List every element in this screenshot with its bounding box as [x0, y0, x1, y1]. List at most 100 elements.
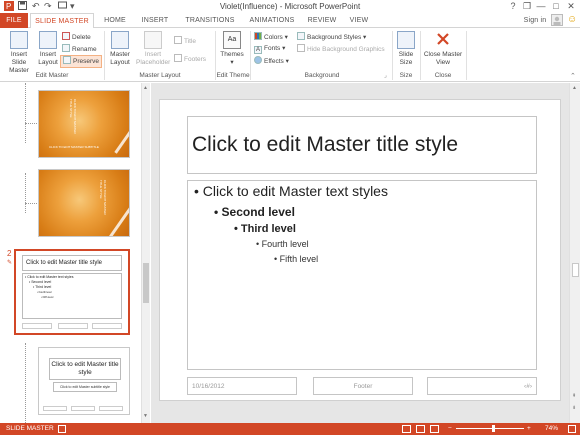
- slide-size-label: Slide Size: [398, 51, 414, 66]
- background-styles-dropdown[interactable]: Background Styles ▾: [297, 32, 366, 43]
- date-placeholder[interactable]: 10/16/2012: [187, 377, 297, 395]
- spelling-icon[interactable]: [58, 425, 66, 433]
- thumbnail-number-placeholder: [92, 323, 122, 329]
- fonts-label: Fonts: [264, 45, 281, 52]
- layout-thumbnail-1[interactable]: CLICK TO EDIT MASTER TITLE STYLE CLICK T…: [38, 90, 130, 158]
- text-level-5[interactable]: • Fifth level: [274, 254, 318, 264]
- master-layout-group-label: Master Layout: [139, 72, 181, 79]
- colors-label: Colors: [264, 34, 283, 41]
- text-level-2-label: Second level: [221, 205, 295, 219]
- tab-animations[interactable]: ANIMATIONS: [244, 13, 300, 28]
- ribbon: Insert Slide Master Insert Layout Delete…: [0, 28, 580, 82]
- thumbnail-bullet: • Fifth level: [41, 296, 54, 299]
- fit-to-window-icon[interactable]: [568, 425, 576, 433]
- tab-transitions[interactable]: TRANSITIONS: [180, 13, 240, 28]
- text-level-1-label: Click to edit Master text styles: [202, 183, 388, 199]
- thumbnail-footer-placeholder: [58, 323, 88, 329]
- scroll-up-icon[interactable]: ▲: [572, 85, 577, 91]
- pin-icon: ✎: [7, 260, 13, 266]
- smiley-feedback-icon[interactable]: ☺: [567, 14, 577, 25]
- insert-slide-master-label: Insert Slide Master: [9, 51, 29, 74]
- slide-sorter-icon[interactable]: [416, 425, 425, 433]
- user-avatar[interactable]: [551, 14, 563, 26]
- text-level-4[interactable]: • Fourth level: [256, 239, 309, 249]
- effects-icon: [254, 56, 262, 64]
- hide-background-graphics-checkbox[interactable]: Hide Background Graphics: [297, 44, 385, 55]
- master-title-text[interactable]: Click to edit Master title style: [192, 133, 458, 157]
- maximize-button[interactable]: □: [549, 0, 563, 12]
- scroll-down-icon[interactable]: ▼: [143, 413, 148, 419]
- thumbnail-subtitle-placeholder: Click to edit Master subtitle style: [53, 382, 117, 392]
- tab-home[interactable]: HOME: [98, 13, 132, 28]
- slide-scrollbar[interactable]: ▲ ⇞ ⇟: [569, 83, 580, 423]
- footer-placeholder[interactable]: Footer: [313, 377, 413, 395]
- tab-view[interactable]: VIEW: [344, 13, 374, 28]
- thumbnail-body-placeholder: • Click to edit Master text styles • Sec…: [22, 273, 122, 319]
- slide-master-thumbnail-selected[interactable]: Click to edit Master title style • Click…: [14, 249, 130, 335]
- insert-placeholder-button[interactable]: Insert Placeholder: [136, 31, 170, 67]
- normal-view-icon[interactable]: [402, 425, 411, 433]
- layout-connector: [25, 343, 26, 423]
- group-divider: [250, 31, 251, 80]
- layout-connector: [25, 123, 37, 124]
- zoom-out-button[interactable]: −: [448, 423, 452, 435]
- tab-review[interactable]: REVIEW: [304, 13, 340, 28]
- title-placeholder[interactable]: Click to edit Master title style: [187, 116, 537, 174]
- dialog-launcher-icon[interactable]: ⌟: [384, 72, 387, 79]
- fonts-dropdown[interactable]: A Fonts ▾: [254, 44, 285, 54]
- reading-view-icon[interactable]: [430, 425, 439, 433]
- sign-in-link[interactable]: Sign in: [522, 13, 548, 28]
- thumbnail-scrollbar[interactable]: ▲ ▼: [141, 83, 150, 423]
- text-level-3[interactable]: • Third level: [234, 223, 296, 235]
- scrollbar-thumb[interactable]: [572, 263, 579, 277]
- themes-button[interactable]: Aa Themes ▾: [218, 31, 246, 67]
- scroll-up-icon[interactable]: ▲: [143, 85, 148, 91]
- title-checkbox[interactable]: Title: [174, 36, 196, 47]
- close-window-button[interactable]: ✕: [564, 0, 578, 12]
- group-divider: [466, 31, 467, 80]
- view-mode-label: SLIDE MASTER: [6, 425, 54, 432]
- ribbon-display-options-button[interactable]: ❐: [520, 0, 534, 12]
- minimize-button[interactable]: —: [534, 0, 548, 12]
- tab-slide-master[interactable]: SLIDE MASTER: [30, 13, 94, 29]
- slide-number-placeholder[interactable]: ‹#›: [427, 377, 537, 395]
- insert-layout-button[interactable]: Insert Layout: [36, 31, 60, 67]
- text-level-5-label: Fifth level: [279, 254, 319, 264]
- slide-size-icon: [397, 31, 415, 49]
- slide-size-button[interactable]: Slide Size: [395, 31, 417, 67]
- themes-icon: Aa: [223, 31, 241, 49]
- body-placeholder[interactable]: • Click to edit Master text styles • Sec…: [187, 180, 537, 370]
- previous-slide-icon[interactable]: ⇞: [572, 393, 576, 399]
- preserve-button[interactable]: Preserve: [60, 55, 103, 68]
- thumbnail-pane: CLICK TO EDIT MASTER TITLE STYLE CLICK T…: [0, 83, 150, 423]
- collapse-ribbon-icon[interactable]: ⌃: [570, 72, 576, 80]
- thumbnail-title-text: CLICK TO EDIT MASTER TITLE STYLE: [99, 180, 107, 215]
- zoom-slider[interactable]: [456, 428, 524, 429]
- title-checkbox-box: [174, 36, 182, 44]
- layout-connector: [25, 83, 26, 143]
- rename-button[interactable]: Rename: [62, 44, 97, 55]
- delete-label: Delete: [72, 34, 91, 41]
- close-master-view-label: Close Master View: [423, 51, 463, 66]
- footers-checkbox[interactable]: Footers: [174, 54, 206, 65]
- text-level-1[interactable]: • Click to edit Master text styles: [194, 183, 388, 199]
- insert-slide-master-button[interactable]: Insert Slide Master: [3, 31, 35, 75]
- help-button[interactable]: ?: [506, 0, 520, 12]
- effects-dropdown[interactable]: Effects ▾: [254, 56, 289, 67]
- layout-thumbnail-title[interactable]: Click to edit Master title style Click t…: [38, 347, 130, 415]
- zoom-slider-handle[interactable]: [492, 425, 495, 432]
- scrollbar-thumb[interactable]: [143, 263, 149, 303]
- master-layout-button[interactable]: Master Layout: [107, 31, 133, 67]
- close-master-view-button[interactable]: Close Master View: [423, 31, 463, 67]
- delete-icon: [62, 32, 70, 40]
- layout-thumbnail-2[interactable]: CLICK TO EDIT MASTER TITLE STYLE: [38, 169, 130, 237]
- zoom-in-button[interactable]: +: [527, 423, 531, 435]
- delete-button[interactable]: Delete: [62, 32, 91, 43]
- layout-connector: [25, 203, 37, 204]
- text-level-2[interactable]: • Second level: [214, 205, 295, 219]
- next-slide-icon[interactable]: ⇟: [572, 405, 576, 411]
- tab-insert[interactable]: INSERT: [136, 13, 174, 28]
- zoom-level[interactable]: 74%: [545, 423, 558, 435]
- tab-file[interactable]: FILE: [0, 13, 28, 28]
- colors-dropdown[interactable]: Colors ▾: [254, 32, 288, 43]
